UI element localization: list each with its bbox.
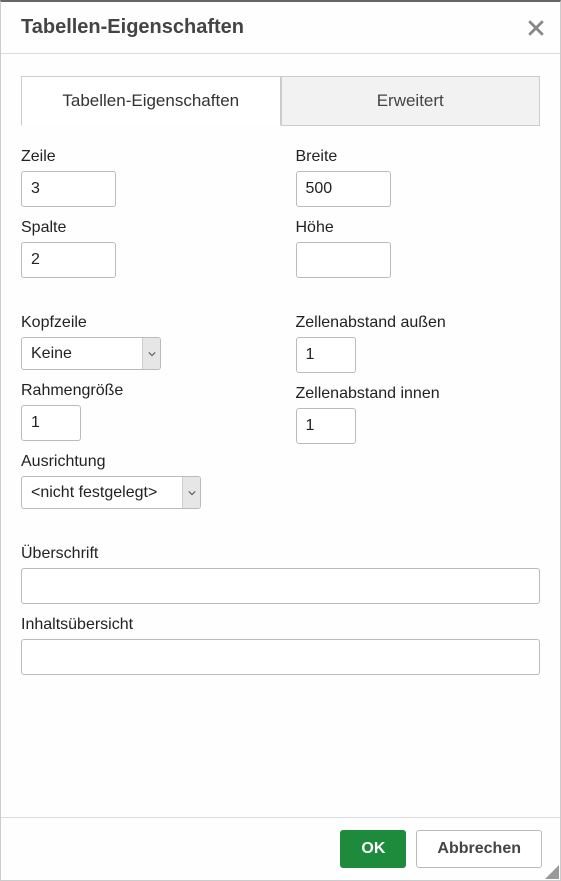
close-button[interactable] [526, 18, 546, 38]
cellspacing-label: Zellenabstand außen [296, 314, 541, 332]
dialog-content: Tabellen-Eigenschaften Erweitert Zeile S… [1, 54, 560, 817]
height-label: Höhe [296, 219, 541, 237]
cols-label: Spalte [21, 219, 266, 237]
cols-input[interactable] [21, 242, 116, 278]
width-label: Breite [296, 148, 541, 166]
dialog-footer: OK Abbrechen [1, 817, 560, 880]
dialog-title: Tabellen-Eigenschaften [21, 16, 244, 39]
border-input[interactable] [21, 405, 81, 441]
form-body: Zeile Spalte Breite Höhe [21, 126, 540, 675]
align-select[interactable]: <nicht festgelegt> [21, 476, 201, 509]
height-input[interactable] [296, 242, 391, 278]
caption-label: Überschrift [21, 545, 540, 563]
caption-input[interactable] [21, 568, 540, 604]
cellspacing-input[interactable] [296, 337, 356, 373]
tab-general[interactable]: Tabellen-Eigenschaften [21, 76, 281, 126]
table-properties-dialog: Tabellen-Eigenschaften Tabellen-Eigensch… [0, 0, 561, 881]
tab-bar: Tabellen-Eigenschaften Erweitert [21, 76, 540, 126]
tab-advanced[interactable]: Erweitert [281, 76, 541, 125]
cellpadding-label: Zellenabstand innen [296, 385, 541, 403]
close-icon [527, 19, 545, 37]
rows-label: Zeile [21, 148, 266, 166]
rows-input[interactable] [21, 171, 116, 207]
align-label: Ausrichtung [21, 453, 266, 471]
dialog-titlebar: Tabellen-Eigenschaften [1, 2, 560, 54]
cellpadding-input[interactable] [296, 408, 356, 444]
summary-input[interactable] [21, 639, 540, 675]
summary-label: Inhaltsübersicht [21, 616, 540, 634]
headers-label: Kopfzeile [21, 314, 266, 332]
resize-grip[interactable] [545, 865, 559, 879]
ok-button[interactable]: OK [340, 830, 406, 868]
headers-select[interactable]: Keine [21, 337, 161, 370]
width-input[interactable] [296, 171, 391, 207]
cancel-button[interactable]: Abbrechen [416, 830, 542, 868]
border-label: Rahmengröße [21, 382, 266, 400]
